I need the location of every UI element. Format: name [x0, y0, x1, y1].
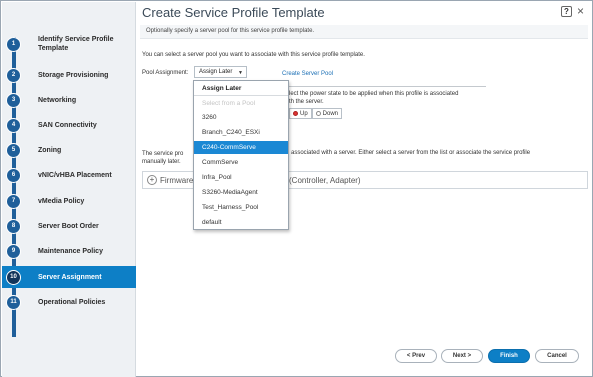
step-label: Maintenance Policy — [38, 247, 103, 255]
pool-assignment-value: Assign Later — [199, 69, 233, 75]
firmware-label: Firmware — [160, 176, 194, 185]
dialog-title: Create Service Profile Template — [142, 5, 325, 20]
dropdown-option-infra-pool[interactable]: Infra_Pool — [194, 171, 288, 184]
finish-button[interactable]: Finish — [488, 349, 530, 363]
chevron-down-icon: ▼ — [238, 70, 243, 76]
power-up-radio[interactable]: Up — [289, 108, 312, 119]
step-label: SAN Connectivity — [38, 121, 97, 129]
intro-text: You can select a server pool you want to… — [142, 52, 365, 58]
step-number: 2 — [6, 67, 21, 83]
step-label: vNIC/vHBA Placement — [38, 171, 112, 179]
step-maintenance-policy[interactable]: 9 Maintenance Policy — [2, 240, 136, 262]
next-button[interactable]: Next > — [441, 349, 483, 363]
step-san-connectivity[interactable]: 4 SAN Connectivity — [2, 114, 136, 136]
dropdown-option-default[interactable]: default — [194, 216, 288, 229]
wizard-sidebar: 1 Identify Service Profile Template 2 St… — [2, 2, 136, 377]
dropdown-option-branch-c240-esxi[interactable]: Branch_C240_ESXi — [194, 126, 288, 139]
step-label: Storage Provisioning — [38, 71, 109, 79]
close-icon[interactable]: × — [577, 5, 584, 17]
pool-assignment-label: Pool Assignment: — [142, 70, 189, 76]
step-number: 10 — [6, 269, 21, 285]
step-label: Identify Service Profile Template — [38, 36, 114, 52]
power-down-radio[interactable]: Down — [311, 108, 343, 119]
step-storage-provisioning[interactable]: 2 Storage Provisioning — [2, 64, 136, 86]
step-vnic-vhba-placement[interactable]: 6 vNIC/vHBA Placement — [2, 164, 136, 186]
pool-assignment-dropdown: Assign Later Select from a Pool 3260 Bra… — [193, 80, 289, 230]
dropdown-option-c240-commserve[interactable]: C240-CommServe — [194, 141, 288, 154]
step-number: 5 — [6, 142, 21, 158]
step-server-assignment[interactable]: 10 Server Assignment — [2, 266, 136, 288]
step-number: 6 — [6, 167, 21, 183]
divider — [282, 86, 486, 87]
step-label: vMedia Policy — [38, 197, 85, 205]
step-identify-template[interactable]: 1 Identify Service Profile Template — [2, 33, 136, 55]
power-up-label: Up — [300, 110, 308, 117]
step-zoning[interactable]: 5 Zoning — [2, 139, 136, 161]
dropdown-divider — [194, 95, 288, 96]
prev-button[interactable]: < Prev — [395, 349, 437, 363]
step-number: 8 — [6, 218, 21, 234]
step-number: 1 — [6, 36, 21, 52]
step-vmedia-policy[interactable]: 7 vMedia Policy — [2, 190, 136, 212]
subtitle-bar: Optionally specify a server pool for thi… — [140, 25, 588, 39]
step-label: Server Assignment — [38, 273, 102, 281]
radio-unselected-icon — [315, 111, 321, 116]
dropdown-option-assign-later[interactable]: Assign Later — [194, 82, 288, 95]
dialog-window: 1 Identify Service Profile Template 2 St… — [0, 0, 593, 377]
firmware-detail: (Controller, Adapter) — [289, 176, 361, 185]
cancel-button[interactable]: Cancel — [535, 349, 579, 363]
step-label: Server Boot Order — [38, 222, 99, 230]
step-number: 3 — [6, 92, 21, 108]
power-state-text: lect the power state to be applied when … — [289, 90, 569, 106]
step-number: 11 — [6, 294, 21, 310]
step-label: Networking — [38, 96, 77, 104]
power-state-radio-group: Up Down — [289, 108, 343, 119]
expand-plus-icon[interactable]: + — [147, 175, 157, 185]
dropdown-option-test-harness-pool[interactable]: Test_Harness_Pool — [194, 201, 288, 214]
step-number: 7 — [6, 193, 21, 209]
step-number: 9 — [6, 243, 21, 259]
pool-assignment-select[interactable]: Assign Later ▼ — [194, 66, 247, 78]
create-server-pool-link[interactable]: Create Server Pool — [282, 71, 333, 77]
step-networking[interactable]: 3 Networking — [2, 89, 136, 111]
dropdown-option-commserve[interactable]: CommServe — [194, 156, 288, 169]
power-state-line-1: lect the power state to be applied when … — [289, 91, 459, 97]
radio-selected-icon — [293, 111, 298, 116]
association-info-continued: associated with a server. Either select … — [291, 150, 531, 156]
power-down-label: Down — [322, 110, 339, 117]
step-label: Zoning — [38, 146, 62, 154]
step-server-boot-order[interactable]: 8 Server Boot Order — [2, 215, 136, 237]
dropdown-option-3260[interactable]: 3260 — [194, 111, 288, 124]
help-icon[interactable]: ? — [560, 6, 572, 17]
step-number: 4 — [6, 117, 21, 133]
step-operational-policies[interactable]: 11 Operational Policies — [2, 291, 136, 313]
header-controls: ? × — [560, 5, 584, 17]
dropdown-option-s3260-mediaagent[interactable]: S3260-MediaAgent — [194, 186, 288, 199]
dropdown-option-select-from-pool: Select from a Pool — [202, 100, 256, 107]
step-label: Operational Policies — [38, 298, 106, 306]
power-state-line-2: th the server. — [289, 99, 324, 105]
dialog-subtitle: Optionally specify a server pool for thi… — [146, 28, 315, 34]
